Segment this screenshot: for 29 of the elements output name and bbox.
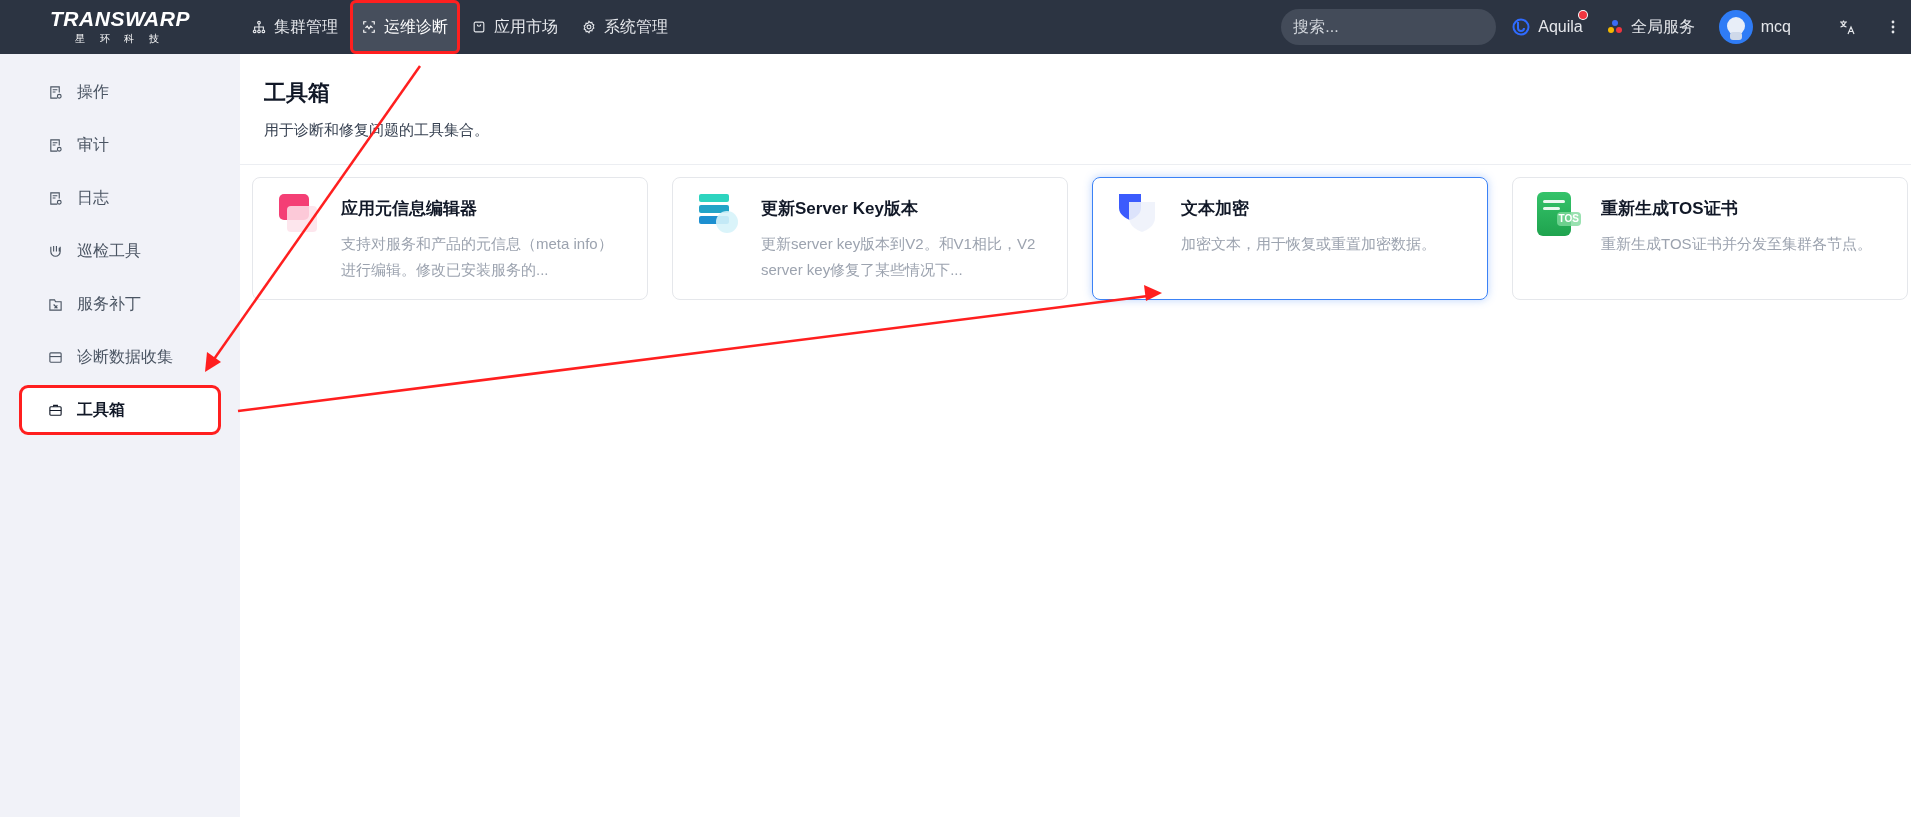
card-description: 加密文本，用于恢复或重置加密数据。 [1181,234,1437,254]
logo: TRANSWARP 星 环 科 技 [48,7,192,46]
nav-tab[interactable]: 系统管理 [570,0,680,54]
card-title: 文本加密 [1181,197,1250,220]
tool-card[interactable]: TOS 重新生成TOS证书 重新生成TOS证书并分发至集群各节点。 [1512,176,1908,300]
global-services-button[interactable]: 全局服务 [1606,15,1695,39]
aquila-button[interactable]: Aquila [1512,15,1583,39]
nav-tab[interactable]: 运维诊断 [350,0,460,54]
nav-tab[interactable]: 应用市场 [460,0,570,54]
card-title: 应用元信息编辑器 [341,197,478,220]
card-description: 更新server key版本到V2。和V1相比，V2 server key修复了某些情况下... [761,234,1037,280]
sidebar-item[interactable]: 工具箱 [22,388,218,432]
sidebar-item[interactable]: 巡检工具 [22,229,218,273]
card-title: 重新生成TOS证书 [1601,197,1739,220]
user-name[interactable]: mcq [1760,15,1791,39]
sidebar-item[interactable]: 操作 [22,70,218,114]
search-field[interactable]: 搜索... [1281,9,1497,45]
card-description: 支持对服务和产品的元信息（meta info）进行编辑。修改已安装服务的... [341,234,614,280]
sidebar-item[interactable]: 服务补丁 [22,282,218,326]
page-title: 工具箱 [264,79,331,107]
nav-tab[interactable]: 集群管理 [240,0,350,54]
sidebar-item[interactable]: 诊断数据收集 [22,335,218,379]
card-title: 更新Server Key版本 [761,197,919,220]
sidebar-item[interactable]: 日志 [22,176,218,220]
card-description: 重新生成TOS证书并分发至集群各节点。 [1601,234,1873,254]
tool-card[interactable]: 更新Server Key版本 更新server key版本到V2。和V1相比，V2 server key修复了某些情况下... [672,176,1068,300]
sidebar-item[interactable]: 审计 [22,123,218,167]
tool-card[interactable]: 应用元信息编辑器 支持对服务和产品的元信息（meta info）进行编辑。修改已安装服务的... [252,176,648,300]
tool-card[interactable]: 文本加密 加密文本，用于恢复或重置加密数据。 [1092,176,1488,300]
